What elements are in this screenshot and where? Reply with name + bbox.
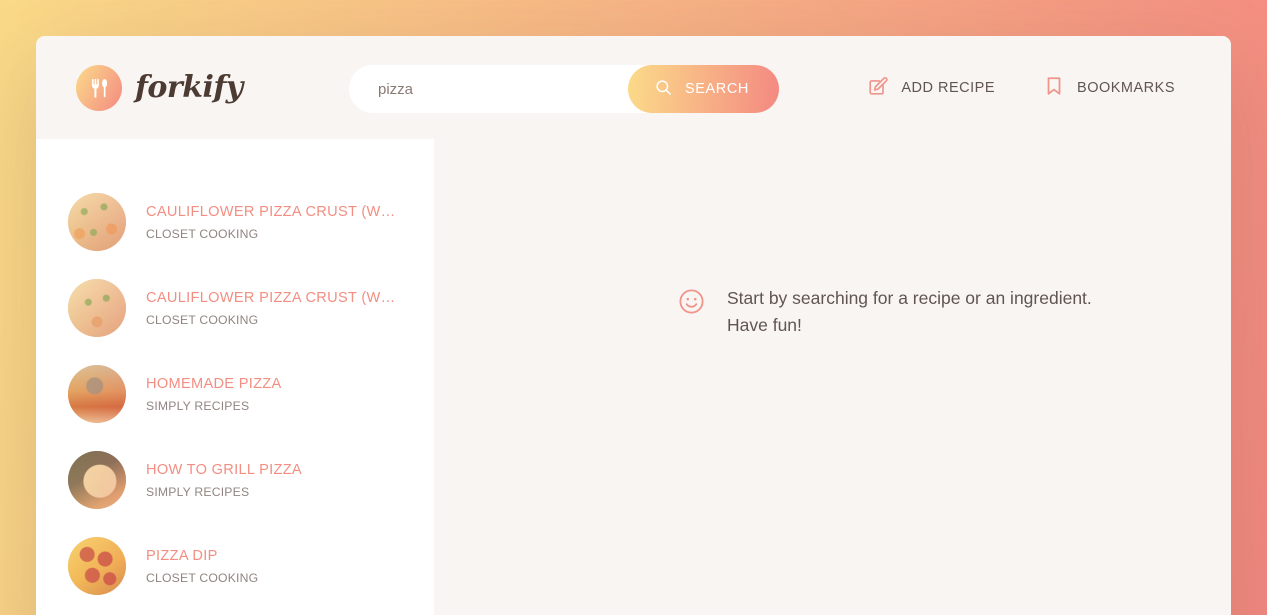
recipe-thumbnail bbox=[68, 279, 126, 337]
bookmarks-button[interactable]: BOOKMARKS bbox=[1027, 63, 1191, 113]
results-list: CAULIFLOWER PIZZA CRUST (WIT... CLOSET C… bbox=[36, 179, 434, 609]
list-item: HOMEMADE PIZZA SIMPLY RECIPES bbox=[36, 351, 434, 437]
add-recipe-button[interactable]: ADD RECIPE bbox=[851, 63, 1011, 113]
recipe-panel: Start by searching for a recipe or an in… bbox=[434, 139, 1231, 615]
search-input[interactable] bbox=[378, 65, 629, 113]
recipe-publisher: CLOSET COOKING bbox=[146, 312, 259, 327]
fork-spoon-icon bbox=[76, 64, 122, 111]
bookmark-icon bbox=[1043, 75, 1065, 101]
result-link[interactable]: HOW TO GRILL PIZZA SIMPLY RECIPES bbox=[36, 437, 434, 523]
list-item: CAULIFLOWER PIZZA CRUST (WIT... CLOSET C… bbox=[36, 179, 434, 265]
recipe-publisher: SIMPLY RECIPES bbox=[146, 398, 250, 413]
recipe-publisher: CLOSET COOKING bbox=[146, 226, 259, 241]
recipe-thumbnail bbox=[68, 537, 126, 595]
recipe-title: CAULIFLOWER PIZZA CRUST (WIT... bbox=[146, 203, 396, 220]
result-link[interactable]: PIZZA DIP CLOSET COOKING bbox=[36, 523, 434, 609]
search-button[interactable]: SEARCH bbox=[627, 65, 779, 113]
recipe-thumbnail bbox=[68, 451, 126, 509]
recipe-title: HOW TO GRILL PIZZA bbox=[146, 461, 302, 478]
recipe-title: PIZZA DIP bbox=[146, 547, 218, 564]
app-container: forkify SEARCH bbox=[36, 36, 1231, 615]
search-icon bbox=[654, 78, 673, 101]
recipe-publisher: SIMPLY RECIPES bbox=[146, 484, 250, 499]
search-button-label: SEARCH bbox=[684, 81, 749, 97]
list-item: PIZZA DIP CLOSET COOKING bbox=[36, 523, 434, 609]
list-item: CAULIFLOWER PIZZA CRUST (WIT... CLOSET C… bbox=[36, 265, 434, 351]
welcome-message: Start by searching for a recipe or an in… bbox=[677, 285, 1097, 338]
recipe-publisher: CLOSET COOKING bbox=[146, 570, 259, 585]
add-recipe-label: ADD RECIPE bbox=[901, 79, 996, 96]
list-item: HOW TO GRILL PIZZA SIMPLY RECIPES bbox=[36, 437, 434, 523]
result-text: PIZZA DIP CLOSET COOKING bbox=[146, 548, 402, 585]
result-link[interactable]: CAULIFLOWER PIZZA CRUST (WIT... CLOSET C… bbox=[36, 265, 434, 351]
content-area: CAULIFLOWER PIZZA CRUST (WIT... CLOSET C… bbox=[36, 139, 1231, 615]
result-link[interactable]: CAULIFLOWER PIZZA CRUST (WIT... CLOSET C… bbox=[36, 179, 434, 265]
app-header: forkify SEARCH bbox=[36, 36, 1231, 139]
result-text: CAULIFLOWER PIZZA CRUST (WIT... CLOSET C… bbox=[146, 290, 402, 327]
brand-name: forkify bbox=[135, 70, 243, 105]
result-text: HOMEMADE PIZZA SIMPLY RECIPES bbox=[146, 376, 402, 413]
recipe-title: CAULIFLOWER PIZZA CRUST (WIT... bbox=[146, 289, 396, 306]
smile-icon bbox=[677, 287, 707, 321]
search-results-panel: CAULIFLOWER PIZZA CRUST (WIT... CLOSET C… bbox=[36, 139, 434, 615]
header-nav: ADD RECIPE BOOKMARKS bbox=[851, 63, 1191, 113]
search-form: SEARCH bbox=[349, 65, 779, 113]
recipe-title: HOMEMADE PIZZA bbox=[146, 375, 282, 392]
recipe-thumbnail bbox=[68, 365, 126, 423]
logo[interactable]: forkify bbox=[76, 64, 243, 111]
result-link[interactable]: HOMEMADE PIZZA SIMPLY RECIPES bbox=[36, 351, 434, 437]
bookmarks-label: BOOKMARKS bbox=[1077, 79, 1175, 96]
recipe-thumbnail bbox=[68, 193, 126, 251]
edit-icon bbox=[867, 75, 889, 101]
result-text: CAULIFLOWER PIZZA CRUST (WIT... CLOSET C… bbox=[146, 204, 402, 241]
result-text: HOW TO GRILL PIZZA SIMPLY RECIPES bbox=[146, 462, 402, 499]
message-text: Start by searching for a recipe or an in… bbox=[727, 288, 1092, 335]
